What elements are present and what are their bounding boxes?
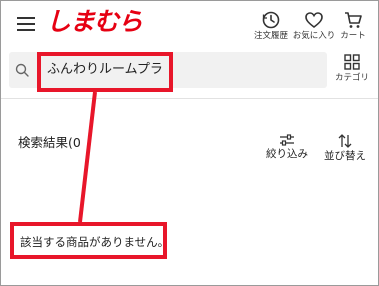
search-result-count: 検索結果(0: [18, 135, 81, 150]
search-icon: [15, 63, 29, 77]
search-highlight-box: [37, 52, 173, 92]
cart-icon: [345, 12, 362, 28]
filter-label: 絞り込み: [266, 148, 308, 160]
cart-button[interactable]: カート: [335, 10, 371, 41]
menu-icon[interactable]: [17, 16, 35, 32]
filter-button[interactable]: 絞り込み: [262, 133, 312, 161]
sort-button[interactable]: 並び替え: [320, 133, 370, 163]
shimamura-logo[interactable]: しまむら: [46, 6, 143, 38]
cart-label: カート: [340, 31, 366, 41]
order-history-label: 注文履歴: [253, 31, 288, 41]
category-button[interactable]: カテゴリ: [331, 54, 373, 83]
order-history-button[interactable]: 注文履歴: [250, 10, 292, 41]
site-header: しまむら 注文履歴 お気に入り カート: [1, 1, 378, 48]
header-divider: [1, 98, 378, 99]
result-highlight-box: [10, 222, 167, 259]
favorites-button[interactable]: お気に入り: [292, 10, 336, 41]
clock-icon: [262, 11, 280, 29]
favorites-label: お気に入り: [292, 31, 336, 41]
sort-label: 並び替え: [324, 150, 366, 162]
category-label: カテゴリ: [334, 73, 369, 83]
heart-icon: [305, 12, 323, 29]
sliders-icon: [280, 134, 294, 146]
sort-arrows-icon: [338, 134, 352, 148]
grid-icon: [344, 54, 360, 70]
